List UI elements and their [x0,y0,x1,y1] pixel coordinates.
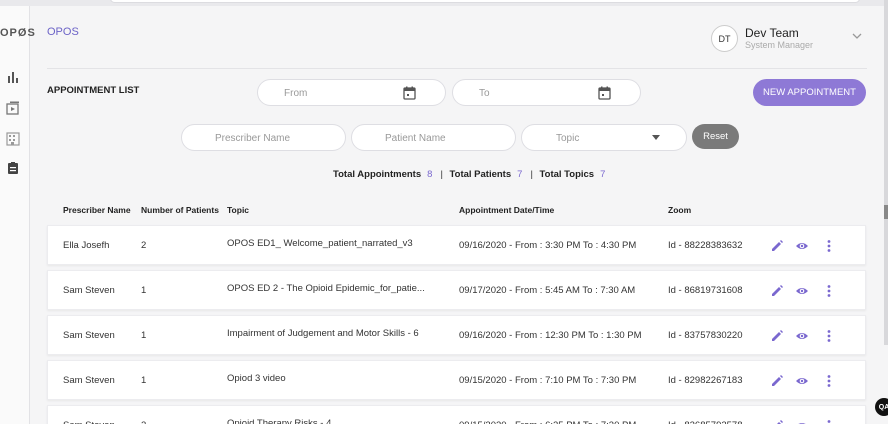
dropdown-arrow-icon [652,135,660,140]
total-topics-value: 7 [600,169,606,180]
video-icon[interactable] [6,101,20,115]
pencil-icon[interactable] [770,284,784,298]
eye-icon[interactable] [795,419,809,424]
from-date-placeholder: From [284,88,308,99]
user-role: System Manager [745,40,814,50]
top-bar-pill [110,0,860,3]
browser-top-strip [0,0,888,6]
more-vert-icon[interactable] [822,374,836,388]
section-title: APPOINTMENT LIST [47,85,140,96]
pencil-icon[interactable] [770,374,784,388]
column-header-patients[interactable]: Number of Patients [141,205,219,215]
cell-prescriber: Sam Steven [63,420,115,424]
prescriber-name-placeholder: Prescriber Name [215,133,291,144]
cell-topic: Opiod 3 video [227,373,286,384]
cell-zoom: Id - 83757830220 [668,330,743,341]
chevron-down-icon[interactable] [851,31,863,41]
cell-zoom: Id - 82982267183 [668,375,743,386]
patient-name-input[interactable]: Patient Name [351,124,516,151]
more-vert-icon[interactable] [822,239,836,253]
totals-separator: | [440,169,443,180]
cell-datetime: 09/15/2020 - From : 7:10 PM To : 7:30 PM [459,375,637,386]
cell-topic: Opioid Therapy Risks - 4 [227,418,332,424]
cell-prescriber: Sam Steven [63,285,115,296]
eye-icon[interactable] [795,239,809,253]
app-logo: OPØS [0,27,36,39]
scrollbar-thumb[interactable] [884,205,888,219]
cell-patients: 1 [141,330,147,341]
table-row[interactable]: Sam Steven 2 Opioid Therapy Risks - 4 09/15… [47,405,866,424]
column-header-topic[interactable]: Topic [227,205,249,215]
table-row[interactable]: Ella Josefh 2 OPOS ED1_ Welcome_patient_na… [47,225,866,265]
breadcrumb[interactable]: OPOS [47,26,79,38]
more-vert-icon[interactable] [822,419,836,424]
cell-patients: 2 [141,240,147,251]
cell-patients: 1 [141,285,147,296]
qa-badge[interactable]: QA [875,398,888,416]
topic-select[interactable]: Topic [521,124,687,151]
total-appointments-label: Total Appointments [333,169,422,180]
cell-topic: Impairment of Judgement and Motor Skills… [227,328,419,339]
to-date-field[interactable]: To [452,79,641,106]
totals-summary: Total Appointments 8 | Total Patients 7 | To… [333,169,609,180]
calendar-icon[interactable] [403,86,416,100]
user-name: Dev Team [745,26,799,40]
pencil-icon[interactable] [770,239,784,253]
cell-prescriber: Sam Steven [63,330,115,341]
user-avatar[interactable]: DT [711,25,738,52]
column-header-prescriber[interactable]: Prescriber Name [63,205,131,215]
clipboard-icon[interactable] [6,161,20,175]
cell-topic: OPOS ED 2 - The Opioid Epidemic_for_pati… [227,283,425,294]
cell-datetime: 09/17/2020 - From : 5:45 AM To : 7:30 AM [459,285,636,296]
pencil-icon[interactable] [770,329,784,343]
cell-patients: 2 [141,420,146,424]
eye-icon[interactable] [795,284,809,298]
prescriber-name-input[interactable]: Prescriber Name [181,124,346,151]
calendar-icon[interactable] [598,86,611,100]
total-topics-label: Total Topics [539,169,595,180]
table-row[interactable]: Sam Steven 1 OPOS ED 2 - The Opioid Epidem… [47,270,866,310]
table-row[interactable]: Sam Steven 1 Opiod 3 video 09/15/2020 - Fro… [47,360,866,400]
total-appointments-value: 8 [427,169,433,180]
eye-icon[interactable] [795,374,809,388]
patient-name-placeholder: Patient Name [385,133,446,144]
reset-button[interactable]: Reset [692,124,739,149]
new-appointment-button[interactable]: NEW APPOINTMENT [753,79,866,106]
cell-datetime: 09/16/2020 - From : 12:30 PM To : 1:30 P… [459,330,642,341]
pencil-icon[interactable] [770,419,784,424]
to-date-placeholder: To [479,88,490,99]
more-vert-icon[interactable] [822,284,836,298]
column-header-zoom[interactable]: Zoom [668,205,691,215]
bar-chart-icon[interactable] [6,70,20,84]
table-row[interactable]: Sam Steven 1 Impairment of Judgement and M… [47,315,866,355]
cell-zoom: Id - 88228383632 [668,240,743,251]
building-icon[interactable] [6,132,20,146]
cell-zoom: Id - 86819731608 [668,285,743,296]
more-vert-icon[interactable] [822,329,836,343]
sidebar: OPØS [0,6,35,424]
from-date-field[interactable]: From [257,79,446,106]
page-scrollbar[interactable] [884,0,888,345]
cell-zoom: Id - 82685792578 [668,420,742,424]
cell-datetime: 09/16/2020 - From : 3:30 PM To : 4:30 PM [459,240,637,251]
total-patients-label: Total Patients [449,169,512,180]
totals-separator: | [530,169,533,180]
column-header-datetime[interactable]: Appointment Date/Time [459,205,554,215]
topic-placeholder: Topic [556,133,580,144]
cell-patients: 1 [141,375,147,386]
cell-prescriber: Sam Steven [63,375,115,386]
eye-icon[interactable] [795,329,809,343]
cell-topic: OPOS ED1_ Welcome_patient_narrated_v3 [227,238,413,249]
total-patients-value: 7 [517,169,523,180]
cell-prescriber: Ella Josefh [63,240,110,251]
header-divider [47,68,867,69]
cell-datetime: 09/15/2020 - From : 6:25 PM To : 7:30 PM [459,420,636,424]
